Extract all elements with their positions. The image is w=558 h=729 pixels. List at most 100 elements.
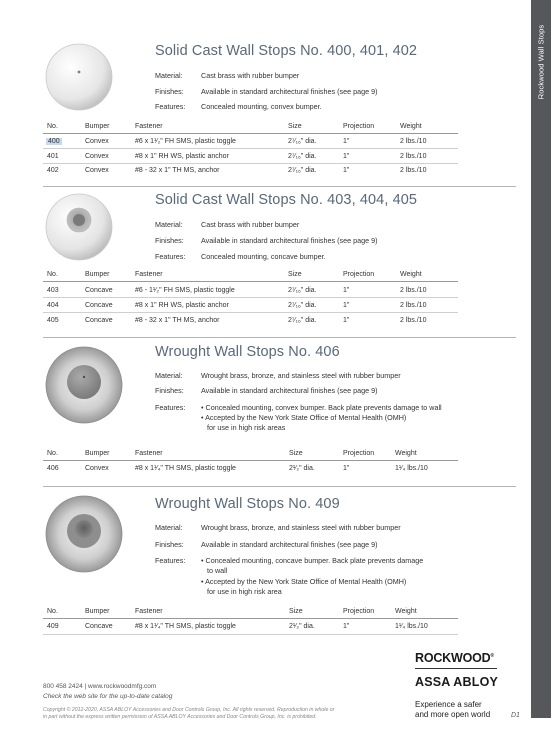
cell-no: 406 (47, 465, 59, 472)
cell-projection: 1" (343, 623, 350, 630)
features-label: Features: (155, 556, 186, 565)
cell-bumper: Concave (85, 302, 113, 309)
section-divider (43, 186, 516, 187)
cell-weight: 2 lbs./10 (400, 302, 427, 309)
col-header-bumper: Bumper (85, 271, 110, 278)
cell-size: 2⁷⁄₁₆" dia. (288, 317, 317, 324)
section-title-406: Wrought Wall Stops No. 406 (155, 344, 340, 360)
col-header-no: No. (47, 608, 58, 615)
col-header-size: Size (288, 123, 302, 130)
cell-size: 2⁷⁄₁₆" dia. (288, 287, 317, 294)
table-header-rule (43, 618, 458, 619)
cell-weight: 2 lbs./10 (400, 287, 427, 294)
cell-fastener: #8 x 1¹⁄₄" TH SMS, plastic toggle (135, 465, 236, 472)
material-label: Material: (155, 371, 183, 380)
cell-no: 409 (47, 623, 59, 630)
col-header-weight: Weight (395, 608, 417, 615)
cell-no: 405 (47, 317, 59, 324)
row-rule (43, 312, 458, 313)
table-header-rule (43, 281, 458, 282)
material-value: Cast brass with rubber bumper (201, 220, 300, 229)
material-value: Wrought brass, bronze, and stainless ste… (201, 523, 401, 532)
cell-weight: 2 lbs./10 (400, 138, 427, 145)
side-tab (531, 0, 551, 718)
material-label: Material: (155, 220, 183, 229)
copyright-line: in part without the express written perm… (43, 714, 317, 720)
cell-fastener: #8 x 1¹⁄₄" TH SMS, plastic toggle (135, 623, 236, 630)
cell-fastener: #8 x 1" RH WS, plastic anchor (135, 302, 229, 309)
col-header-no: No. (47, 271, 58, 278)
cell-no: 401 (47, 153, 59, 160)
features-line: for use in high risk areas (207, 423, 286, 432)
row-rule (43, 148, 458, 149)
col-header-no: No. (47, 123, 58, 130)
features-line: Concealed mounting, convex bumper. (201, 102, 322, 111)
features-line: for use in high risk area (207, 587, 282, 596)
cell-bumper: Concave (85, 287, 113, 294)
col-header-size: Size (288, 271, 302, 278)
cell-fastener: #8 - 32 x 1" TH MS, anchor (135, 167, 220, 174)
cell-fastener: #8 - 32 x 1" TH MS, anchor (135, 317, 220, 324)
features-line: • Concealed mounting, concave bumper. Ba… (201, 556, 424, 565)
col-header-projection: Projection (343, 608, 375, 615)
wall-stop-403-image (45, 193, 113, 261)
wall-stop-400-image (45, 43, 113, 111)
cell-projection: 1" (343, 465, 350, 472)
finishes-value: Available in standard architectural fini… (201, 540, 378, 549)
col-header-bumper: Bumper (85, 123, 110, 130)
material-label: Material: (155, 523, 183, 532)
page-number: D1 (511, 712, 520, 719)
finishes-value: Available in standard architectural fini… (201, 236, 378, 245)
tagline-line: Experience a safer (415, 700, 482, 709)
col-header-projection: Projection (343, 450, 375, 457)
cell-size: 2¹⁄₂" dia. (289, 623, 315, 630)
cell-bumper: Convex (85, 138, 109, 145)
cell-bumper: Convex (85, 465, 109, 472)
features-line: Concealed mounting, concave bumper. (201, 252, 326, 261)
cell-no: 404 (47, 302, 59, 309)
features-line: • Accepted by the New York State Office … (201, 413, 407, 422)
col-header-fastener: Fastener (135, 271, 163, 278)
col-header-size: Size (289, 608, 303, 615)
col-header-fastener: Fastener (135, 608, 163, 615)
cell-size: 2⁷⁄₁₆" dia. (288, 153, 317, 160)
wall-stop-409-image (45, 495, 123, 573)
cell-projection: 1" (343, 302, 350, 309)
cell-weight: 1¹⁄₄ lbs./10 (395, 465, 428, 472)
cell-no: 403 (47, 287, 59, 294)
col-header-no: No. (47, 450, 58, 457)
col-header-projection: Projection (343, 271, 375, 278)
cell-weight: 2 lbs./10 (400, 317, 427, 324)
col-header-weight: Weight (400, 123, 422, 130)
assa-abloy-logo: ASSA ABLOY (415, 675, 499, 689)
col-header-projection: Projection (343, 123, 375, 130)
finishes-label: Finishes: (155, 386, 184, 395)
contact-line: 800 458 2424 | www.rockwoodmfg.com (43, 683, 157, 690)
row-rule (43, 634, 458, 635)
logo-divider (415, 668, 497, 669)
finishes-value: Available in standard architectural fini… (201, 87, 378, 96)
cell-bumper: Convex (85, 167, 109, 174)
cell-size: 2¹⁄₂" dia. (289, 465, 315, 472)
col-header-bumper: Bumper (85, 450, 110, 457)
features-label: Features: (155, 403, 186, 412)
cell-weight: 2 lbs./10 (400, 167, 427, 174)
cell-projection: 1" (343, 287, 350, 294)
cell-projection: 1" (343, 153, 350, 160)
catalog-note: Check the web site for the up-to-date ca… (43, 693, 173, 700)
section-title-400: Solid Cast Wall Stops No. 400, 401, 402 (155, 43, 418, 59)
features-label: Features: (155, 252, 186, 261)
finishes-label: Finishes: (155, 87, 184, 96)
cell-projection: 1" (343, 317, 350, 324)
cell-fastener: #6 - 1¹⁄₂" FH SMS, plastic toggle (135, 287, 235, 294)
cell-no: 400 (46, 138, 62, 145)
features-label: Features: (155, 102, 186, 111)
col-header-weight: Weight (395, 450, 417, 457)
finishes-value: Available in standard architectural fini… (201, 386, 378, 395)
cell-projection: 1" (343, 138, 350, 145)
cell-size: 2⁷⁄₁₆" dia. (288, 302, 317, 309)
col-header-bumper: Bumper (85, 608, 110, 615)
section-title-403: Solid Cast Wall Stops No. 403, 404, 405 (155, 192, 418, 208)
cell-bumper: Convex (85, 153, 109, 160)
copyright-line: Copyright © 2012-2020, ASSA ABLOY Access… (43, 707, 335, 713)
